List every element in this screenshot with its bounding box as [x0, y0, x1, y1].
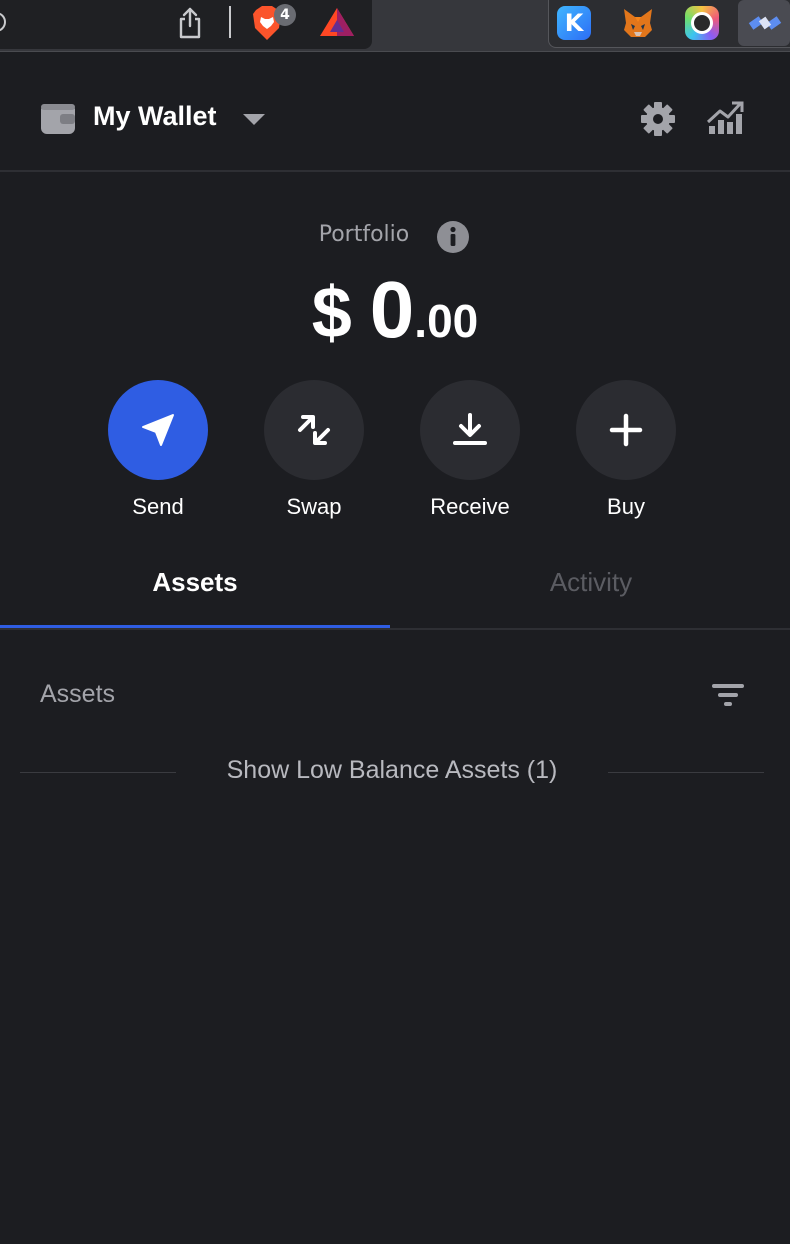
share-icon[interactable] [176, 6, 204, 40]
show-low-balance-assets-button[interactable]: Show Low Balance Assets (1) [190, 756, 594, 785]
buy-button-circle[interactable] [576, 380, 676, 480]
tab-activity[interactable]: Activity [396, 552, 786, 628]
swap-label: Swap [286, 494, 342, 519]
metamask-fox-icon[interactable] [621, 6, 655, 40]
brave-shields-badge: 4 [274, 4, 296, 26]
currency-symbol: $ [311, 273, 352, 353]
buy-button[interactable]: Buy [576, 380, 676, 520]
brave-rewards-icon[interactable] [318, 6, 356, 38]
filter-icon[interactable] [710, 682, 746, 708]
balance-decimal: .00 [414, 295, 479, 347]
swap-arrows-icon [298, 415, 330, 445]
gear-icon[interactable] [640, 101, 676, 137]
receive-button[interactable]: Receive [420, 380, 520, 520]
portfolio-tabs: Assets Activity [0, 552, 790, 630]
plus-icon [609, 413, 643, 447]
send-arrow-icon [142, 414, 174, 446]
wallet-icon[interactable] [40, 102, 76, 136]
wallet-name[interactable]: My Wallet [93, 101, 217, 132]
send-button[interactable]: Send [108, 380, 208, 520]
browser-toolbar: 4 K [0, 0, 790, 52]
portfolio-label: Portfolio [318, 222, 410, 247]
send-button-circle[interactable] [108, 380, 208, 480]
info-icon[interactable] [436, 220, 470, 254]
send-label: Send [132, 494, 184, 519]
camera-extension-icon[interactable] [685, 6, 719, 40]
download-icon [453, 413, 487, 445]
satellite-extension-icon[interactable] [748, 6, 782, 40]
market-chart-icon[interactable] [706, 100, 746, 136]
swap-button-circle[interactable] [264, 380, 364, 480]
assets-heading: Assets [40, 680, 116, 708]
toolbar-divider [229, 6, 231, 38]
portfolio-balance: $0.00 [0, 264, 790, 356]
partial-icon [0, 12, 6, 32]
tab-assets[interactable]: Assets [0, 552, 390, 628]
balance-integer: 0 [369, 265, 415, 354]
low-balance-row: Show Low Balance Assets (1) [20, 756, 764, 790]
receive-label: Receive [430, 494, 510, 519]
divider-line-left [20, 772, 176, 773]
keplr-icon[interactable]: K [557, 6, 591, 40]
chevron-down-icon[interactable] [243, 114, 265, 126]
divider-line-right [608, 772, 764, 773]
swap-button[interactable]: Swap [264, 380, 364, 520]
receive-button-circle[interactable] [420, 380, 520, 480]
buy-label: Buy [607, 494, 645, 519]
